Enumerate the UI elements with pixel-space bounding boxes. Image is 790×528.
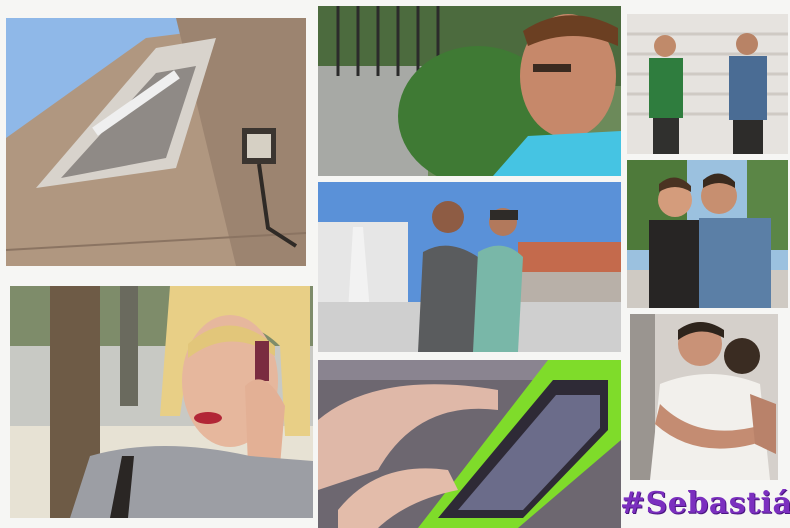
photo-tablet-green-case xyxy=(318,360,621,528)
photo-two-men-steps xyxy=(627,14,788,154)
photo-building-streetlamp xyxy=(6,18,306,266)
photo-kiss-cheek xyxy=(627,160,788,308)
photo-collage: #Sebastián xyxy=(0,0,790,528)
photo-woman-on-phone xyxy=(10,286,313,518)
photo-embrace xyxy=(630,314,778,480)
hashtag-overlay: #Sebastián xyxy=(620,486,790,521)
photo-man-looking-down xyxy=(318,6,621,176)
photo-hug-terrace xyxy=(318,182,621,352)
